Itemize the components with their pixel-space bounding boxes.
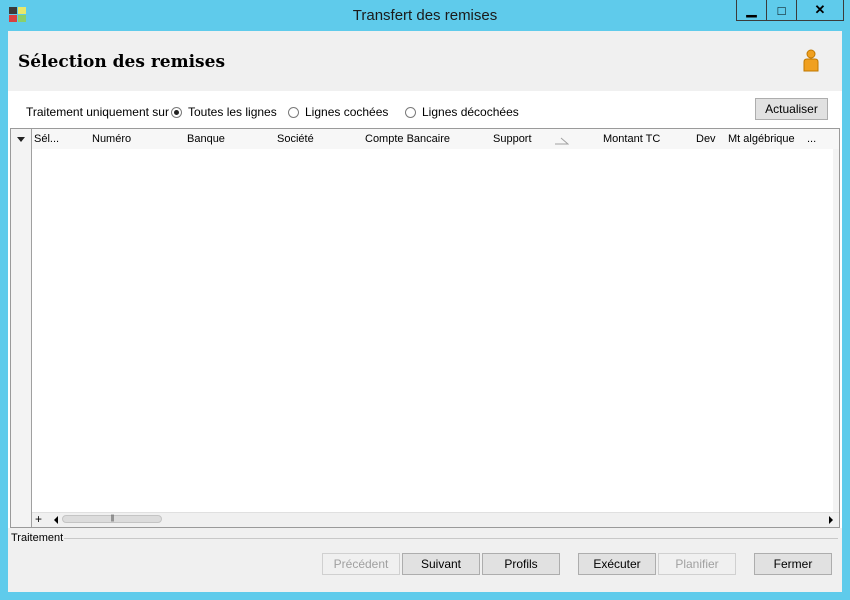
row-header	[11, 129, 32, 527]
sort-indicator-icon	[555, 137, 569, 145]
maximize-button[interactable]: □	[766, 0, 797, 21]
scroll-left-icon[interactable]	[54, 516, 58, 524]
grid-menu-arrow-icon[interactable]	[17, 137, 25, 142]
column-header-currency[interactable]: Dev	[696, 133, 716, 145]
add-row-icon[interactable]: +	[35, 512, 42, 526]
window-title: Transfert des remises	[352, 7, 498, 24]
scroll-thumb[interactable]: |||	[62, 515, 162, 523]
column-header-amount[interactable]: Montant TC	[603, 133, 660, 145]
window-controls: ▁ □ ✕	[736, 0, 844, 22]
column-header-support[interactable]: Support	[493, 133, 532, 145]
close-icon: ✕	[814, 2, 826, 17]
radio-unchecked-lines-button[interactable]	[405, 106, 416, 118]
column-header-algebraic-amount[interactable]: Mt algébrique	[728, 133, 795, 145]
column-header-selection[interactable]: Sél...	[34, 133, 59, 145]
footer: Traitement Précédent Suivant Profils Exé…	[8, 528, 842, 592]
next-button-label: Suivant	[420, 557, 462, 571]
minimize-icon: ▁	[746, 2, 757, 17]
page-header: Sélection des remises	[8, 31, 842, 91]
radio-unchecked-lines[interactable]: Lignes décochées	[405, 105, 519, 119]
filter-label: Traitement uniquement sur :	[26, 105, 176, 119]
radio-all-lines-button[interactable]	[171, 106, 182, 118]
schedule-button-label: Planifier	[675, 557, 719, 571]
vertical-scrollbar[interactable]	[833, 149, 839, 513]
profiles-button-label: Profils	[504, 557, 538, 571]
previous-button[interactable]: Précédent	[322, 553, 400, 575]
radio-checked-lines[interactable]: Lignes cochées	[288, 105, 388, 119]
window: Transfert des remises ▁ □ ✕ Sélection de…	[0, 0, 850, 600]
close-button[interactable]: Fermer	[754, 553, 832, 575]
refresh-button[interactable]: Actualiser	[755, 98, 828, 120]
page-title: Sélection des remises	[18, 52, 226, 72]
title-bar[interactable]: Transfert des remises ▁ □ ✕	[0, 0, 850, 31]
column-header-company[interactable]: Société	[277, 133, 314, 145]
person-icon[interactable]	[802, 49, 820, 73]
close-window-button[interactable]: ✕	[796, 0, 844, 21]
minimize-button[interactable]: ▁	[736, 0, 767, 21]
column-header-bank[interactable]: Banque	[187, 133, 225, 145]
column-header-bank-account[interactable]: Compte Bancaire	[365, 133, 450, 145]
execute-button[interactable]: Exécuter	[578, 553, 656, 575]
column-header-more[interactable]: ...	[807, 133, 816, 145]
previous-button-label: Précédent	[333, 557, 389, 571]
column-header-number[interactable]: Numéro	[92, 133, 131, 145]
close-button-label: Fermer	[773, 557, 813, 571]
radio-unchecked-lines-label: Lignes décochées	[422, 105, 519, 119]
schedule-button[interactable]: Planifier	[658, 553, 736, 575]
profiles-button[interactable]: Profils	[482, 553, 560, 575]
scroll-right-icon[interactable]	[829, 516, 833, 524]
data-grid[interactable]: Sél... Numéro Banque Société Compte Banc…	[10, 128, 840, 528]
radio-all-lines[interactable]: Toutes les lignes	[171, 105, 277, 119]
column-headers: Sél... Numéro Banque Société Compte Banc…	[32, 129, 839, 149]
processing-section-label: Traitement	[11, 532, 64, 544]
horizontal-scrollbar[interactable]: + |||	[32, 512, 839, 527]
refresh-button-label: Actualiser	[765, 102, 818, 116]
section-divider	[64, 538, 838, 539]
radio-checked-lines-button[interactable]	[288, 106, 299, 118]
radio-all-lines-label: Toutes les lignes	[188, 105, 277, 119]
radio-checked-lines-label: Lignes cochées	[305, 105, 389, 119]
execute-button-label: Exécuter	[593, 557, 641, 571]
maximize-icon: □	[777, 2, 786, 18]
client-area: Sélection des remises Traitement uniquem…	[8, 31, 842, 592]
next-button[interactable]: Suivant	[402, 553, 480, 575]
